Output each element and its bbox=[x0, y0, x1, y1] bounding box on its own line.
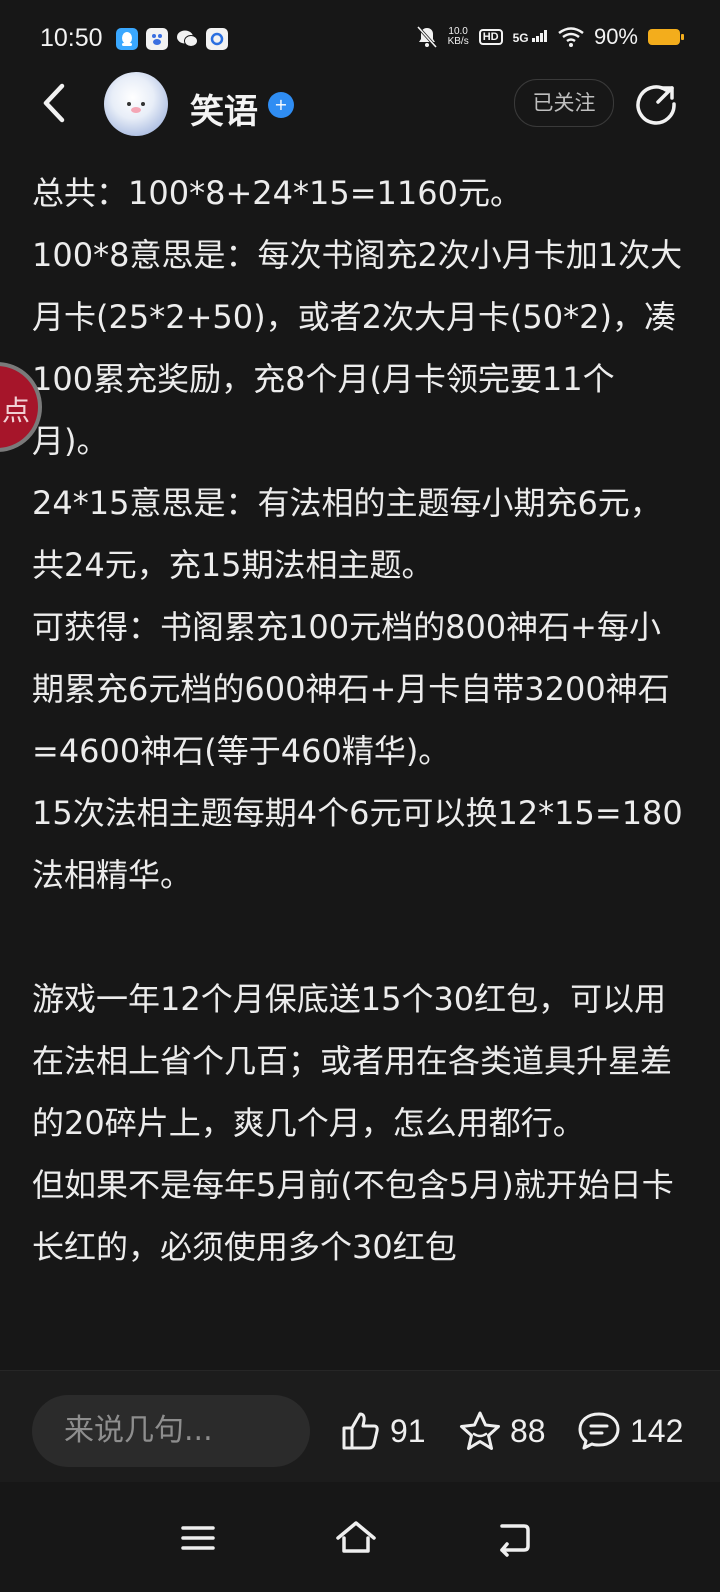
like-button[interactable]: 91 bbox=[340, 1409, 426, 1453]
action-bar: 来说几句... 91 88 142 bbox=[0, 1370, 720, 1483]
post-paragraph: 可获得：书阁累充100元档的800神石+每小期累充6元档的600神石+月卡自带3… bbox=[32, 608, 670, 770]
wechat-icon bbox=[176, 28, 198, 50]
network-type: 5G bbox=[513, 29, 548, 45]
post-paragraph: 15次法相主题每期4个6元可以换12*15=180法相精华。 bbox=[32, 794, 683, 894]
post-paragraph: 但如果不是每年5月前(不包含5月)就开始日卡长红的，必须使用多个30红包 bbox=[32, 1166, 674, 1266]
signal-icon bbox=[531, 29, 547, 42]
post-content: 总共：100*8+24*15=1160元。 100*8意思是：每次书阁充2次小月… bbox=[32, 162, 684, 1370]
username[interactable]: 笑语 bbox=[190, 84, 258, 133]
wifi-icon bbox=[558, 27, 584, 47]
verified-badge-icon: + bbox=[268, 92, 294, 118]
notification-icons bbox=[116, 28, 228, 50]
mascot-face-icon bbox=[127, 102, 145, 113]
qq-icon bbox=[116, 28, 138, 50]
nav-menu-button[interactable] bbox=[178, 1518, 218, 1558]
comment-input[interactable]: 来说几句... bbox=[32, 1395, 310, 1467]
net-speed: 10.0 KB/s bbox=[447, 26, 469, 47]
comment-button[interactable]: 142 bbox=[576, 1409, 683, 1453]
favorite-button[interactable]: 88 bbox=[458, 1409, 546, 1453]
favorite-count: 88 bbox=[510, 1412, 546, 1449]
return-icon bbox=[500, 1524, 530, 1557]
share-icon bbox=[636, 85, 676, 125]
like-count: 91 bbox=[390, 1412, 426, 1449]
star-icon bbox=[460, 1411, 500, 1450]
post-paragraph: 总共：100*8+24*15=1160元。 bbox=[32, 174, 522, 212]
home-icon bbox=[336, 1521, 376, 1553]
post-paragraph: 100*8意思是：每次书阁充2次小月卡加1次大月卡(25*2+50)，或者2次大… bbox=[32, 236, 683, 460]
nav-home-button[interactable] bbox=[334, 1518, 376, 1558]
follow-button[interactable]: 已关注 bbox=[514, 79, 614, 127]
status-bar: 10:50 10.0 KB/s HD 5G 90% bbox=[0, 0, 720, 78]
back-button[interactable] bbox=[34, 78, 78, 128]
comment-count: 142 bbox=[630, 1412, 684, 1449]
menu-icon bbox=[181, 1526, 215, 1550]
avatar[interactable] bbox=[104, 72, 168, 136]
back-arrow-icon bbox=[43, 83, 65, 123]
battery-icon bbox=[648, 29, 684, 45]
post-paragraph: 24*15意思是：有法相的主题每小期充6元，共24元，充15期法相主题。 bbox=[32, 484, 662, 584]
share-button[interactable] bbox=[636, 84, 678, 126]
battery-level: 90% bbox=[593, 24, 638, 49]
system-nav-bar bbox=[0, 1482, 720, 1592]
hd-badge: HD bbox=[478, 29, 503, 45]
baidu-icon bbox=[146, 28, 168, 50]
status-time: 10:50 bbox=[40, 24, 103, 52]
thumbs-up-icon bbox=[342, 1412, 379, 1450]
comment-icon bbox=[578, 1412, 620, 1450]
status-right: 10.0 KB/s HD 5G 90% bbox=[416, 22, 684, 52]
mute-icon bbox=[416, 25, 437, 49]
post-paragraph: 游戏一年12个月保底送15个30红包，可以用在法相上省个几百；或者用在各类道具升… bbox=[32, 980, 673, 1142]
browser-icon bbox=[206, 28, 228, 50]
nav-back-button[interactable] bbox=[494, 1518, 534, 1558]
